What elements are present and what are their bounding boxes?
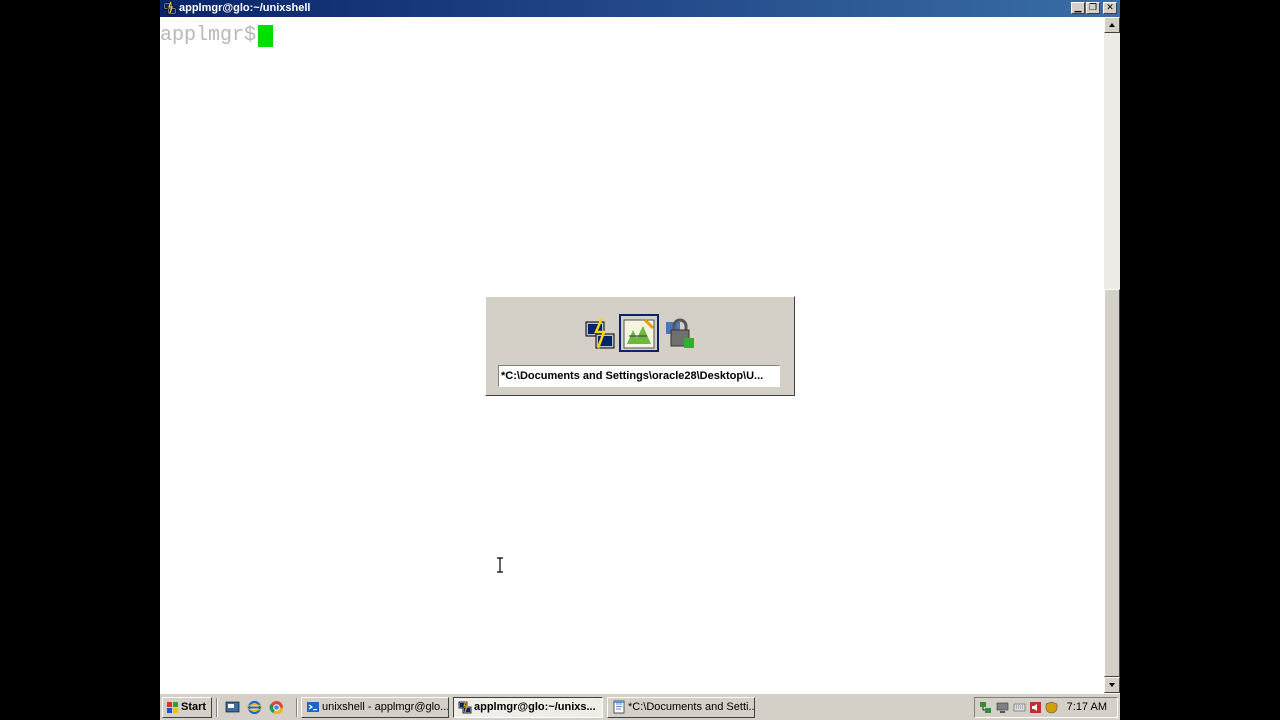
- network-icon[interactable]: [979, 701, 992, 714]
- alt-tab-switcher: *C:\Documents and Settings\oracle28\Desk…: [485, 296, 795, 396]
- start-button[interactable]: Start: [162, 697, 212, 718]
- window-title: applmgr@glo:~/unixshell: [179, 2, 311, 14]
- taskbar-task-putty[interactable]: applmgr@glo:~/unixs...: [453, 697, 603, 718]
- taskbar-task-notepad[interactable]: *C:\Documents and Setti...: [607, 697, 755, 718]
- taskbar-separator: [216, 698, 218, 717]
- window-titlebar[interactable]: applmgr@glo:~/unixshell ▁ ❐ ✕: [160, 0, 1120, 17]
- close-icon: ✕: [1106, 2, 1114, 12]
- show-desktop-icon[interactable]: [225, 700, 240, 715]
- putty-icon: [458, 700, 472, 714]
- ie-icon[interactable]: [247, 700, 262, 715]
- editor-icon[interactable]: [621, 316, 657, 352]
- notepad-icon: [613, 700, 625, 714]
- taskbar-task-unixshell[interactable]: unixshell - applmgr@glo....: [301, 697, 449, 718]
- vertical-scrollbar[interactable]: [1104, 17, 1120, 693]
- terminal-icon: [307, 702, 319, 712]
- arrow-up-icon: [1109, 23, 1115, 27]
- restore-icon: ❐: [1088, 2, 1098, 12]
- browser-icon[interactable]: [269, 700, 284, 715]
- keyboard-icon[interactable]: [1013, 701, 1026, 714]
- system-tray: 7:17 AM: [974, 697, 1118, 718]
- scroll-up-button[interactable]: [1104, 17, 1120, 33]
- switcher-window-label: *C:\Documents and Settings\oracle28\Desk…: [498, 365, 780, 387]
- task-label: applmgr@glo:~/unixs...: [474, 701, 596, 713]
- start-label: Start: [181, 701, 207, 713]
- shield-icon[interactable]: [1045, 701, 1058, 714]
- task-label: *C:\Documents and Setti...: [628, 701, 755, 713]
- taskbar: Start unixshell - applmgr@glo.... applmg…: [160, 693, 1120, 720]
- volume-icon[interactable]: [1029, 701, 1042, 714]
- minimize-button[interactable]: ▁: [1071, 2, 1085, 14]
- close-button[interactable]: ✕: [1103, 2, 1117, 14]
- taskbar-separator: [296, 698, 298, 717]
- scrollbar-thumb[interactable]: [1104, 289, 1120, 677]
- terminal-prompt-line: applmgr$: [160, 24, 274, 47]
- text-ibeam-cursor-icon: [497, 557, 503, 573]
- taskbar-clock[interactable]: 7:17 AM: [1067, 698, 1107, 717]
- terminal-cursor: [258, 25, 274, 47]
- security-icon[interactable]: [662, 316, 698, 352]
- restore-button[interactable]: ❐: [1086, 2, 1100, 14]
- scroll-down-button[interactable]: [1104, 677, 1120, 693]
- windows-logo-icon: [167, 702, 178, 713]
- monitor-icon[interactable]: [996, 701, 1009, 714]
- shell-prompt: applmgr$: [160, 24, 257, 47]
- putty-icon: [163, 1, 177, 15]
- task-label: unixshell - applmgr@glo....: [322, 701, 449, 713]
- desktop-screen: applmgr@glo:~/unixshell ▁ ❐ ✕ applmgr$ *…: [160, 0, 1120, 720]
- arrow-down-icon: [1109, 683, 1115, 687]
- minimize-icon: ▁: [1074, 2, 1082, 12]
- putty-icon[interactable]: [582, 316, 618, 352]
